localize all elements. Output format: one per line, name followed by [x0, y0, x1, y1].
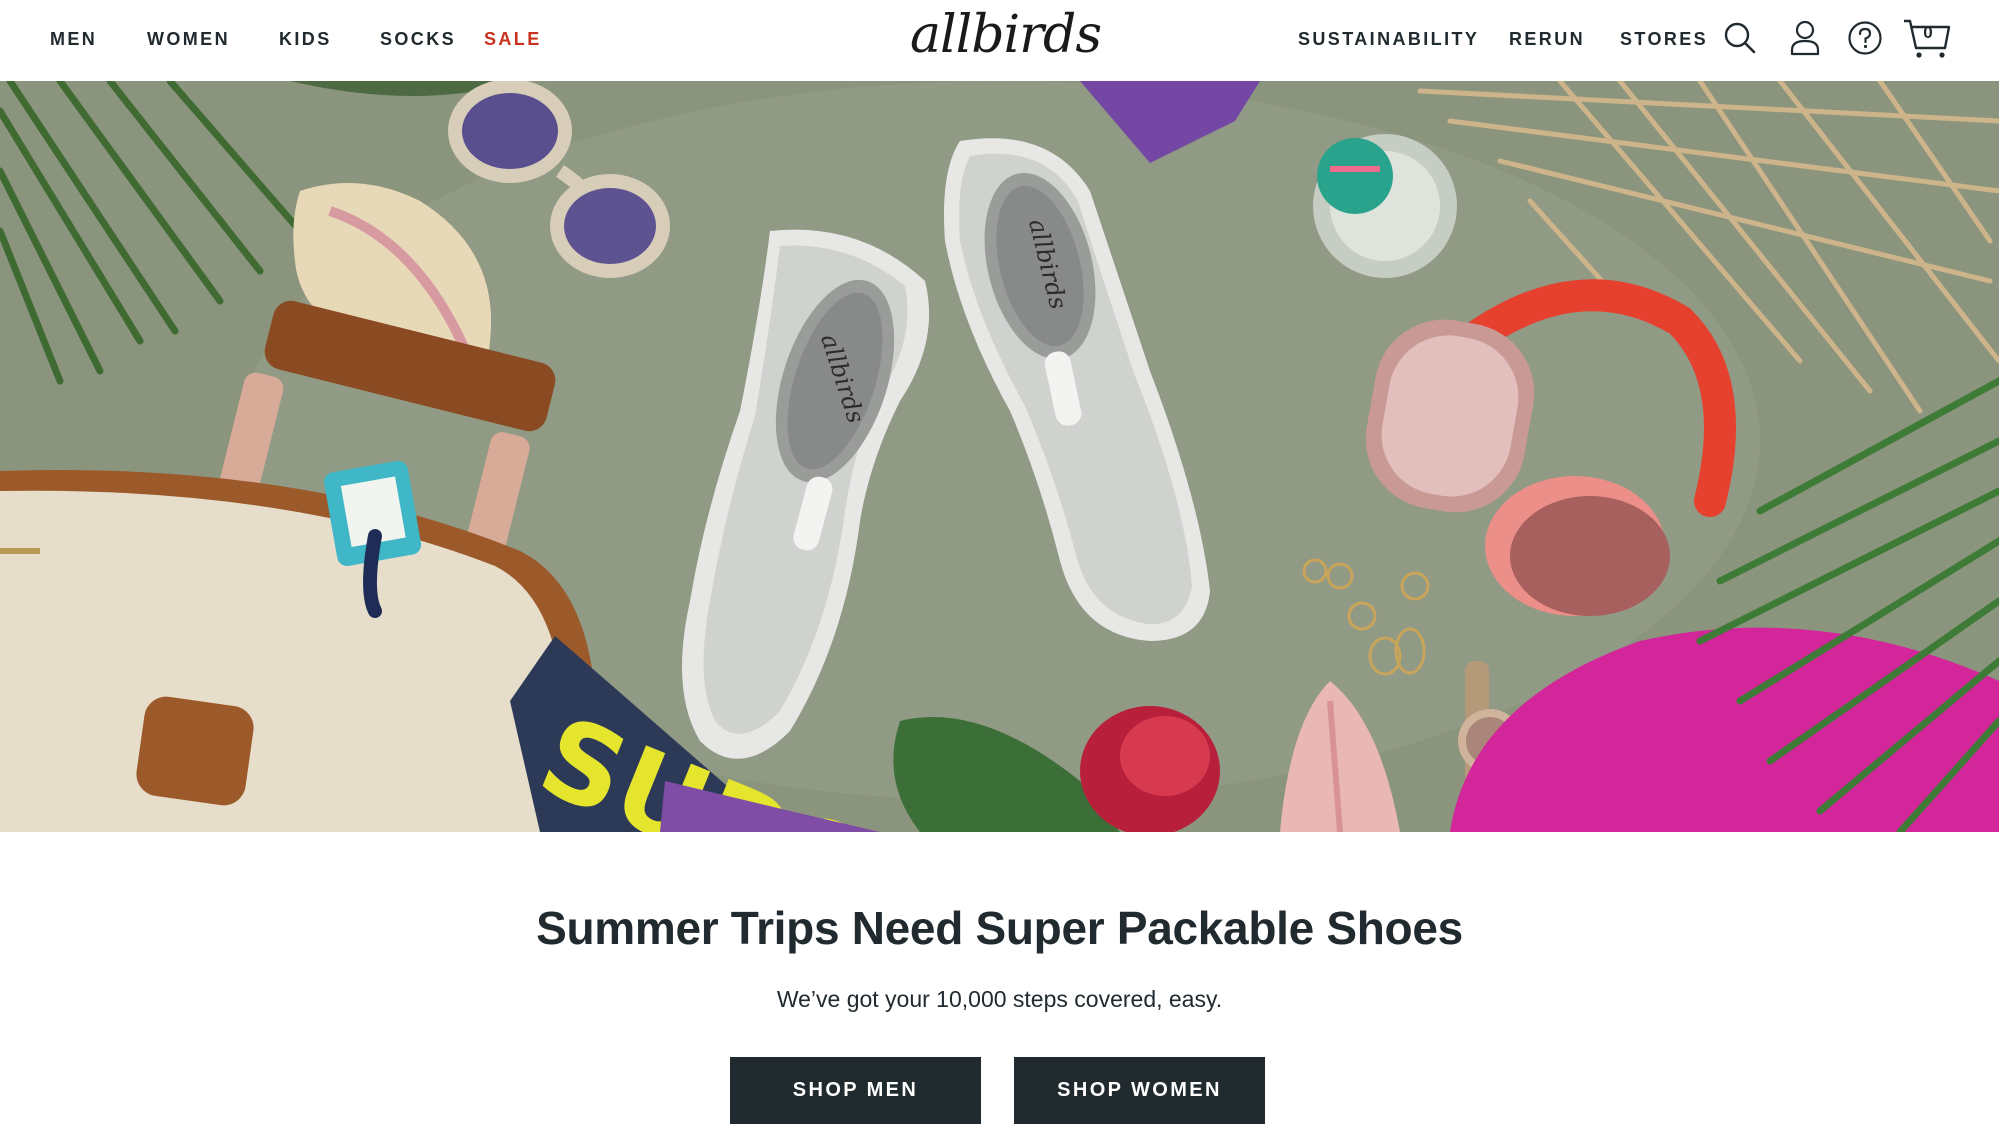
- nav-socks[interactable]: SOCKS: [380, 27, 456, 51]
- shop-women-button[interactable]: SHOP WOMEN: [1014, 1057, 1265, 1124]
- account-button[interactable]: [1785, 16, 1825, 60]
- hero-illustration: SUDS allbirds allbirds: [0, 81, 1999, 832]
- shop-men-button[interactable]: SHOP MEN: [730, 1057, 981, 1124]
- nav-stores[interactable]: STORES: [1620, 27, 1708, 51]
- promo-title: Summer Trips Need Super Packable Shoes: [536, 902, 1463, 954]
- cart-button[interactable]: 0: [1902, 16, 1952, 60]
- cocktail-glass: [1313, 134, 1457, 278]
- help-icon: [1848, 21, 1882, 55]
- nav-men[interactable]: MEN: [50, 27, 97, 51]
- help-button[interactable]: [1845, 16, 1885, 60]
- search-icon: [1724, 22, 1756, 54]
- promo-subtitle: We’ve got your 10,000 steps covered, eas…: [776, 986, 1223, 1012]
- cart-count: 0: [1923, 23, 1933, 42]
- search-button[interactable]: [1720, 16, 1760, 60]
- site-header: MEN WOMEN KIDS SOCKS SALE allbirds SUSTA…: [0, 0, 1999, 81]
- nav-kids[interactable]: KIDS: [279, 27, 332, 51]
- brand-logo-text: allbirds: [910, 5, 1102, 65]
- brand-logo[interactable]: allbirds: [910, 5, 1102, 68]
- hero-banner[interactable]: SUDS allbirds allbirds: [0, 81, 1999, 832]
- nav-women[interactable]: WOMEN: [147, 27, 230, 51]
- nav-rerun[interactable]: RERUN: [1509, 27, 1585, 51]
- nav-sustainability[interactable]: SUSTAINABILITY: [1298, 27, 1479, 51]
- account-icon: [1790, 20, 1820, 56]
- nav-sale[interactable]: SALE: [484, 27, 542, 51]
